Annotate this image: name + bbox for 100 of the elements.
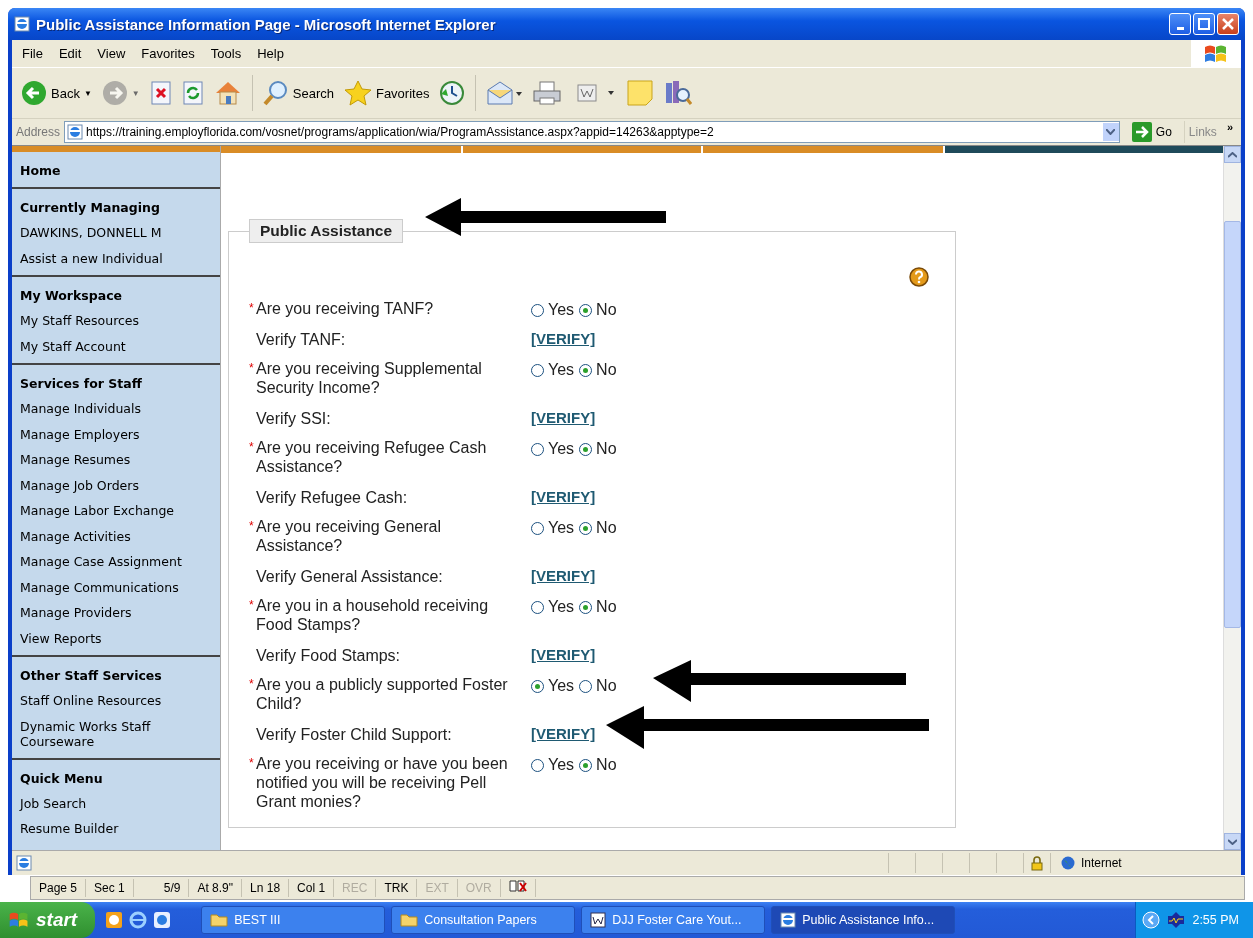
toolbar-button[interactable]: Favorites bbox=[340, 78, 433, 108]
star-icon[interactable] bbox=[343, 80, 372, 106]
network-icon[interactable] bbox=[1166, 911, 1187, 929]
radio-option[interactable]: No bbox=[579, 756, 617, 774]
status-field: At 8.9" bbox=[189, 879, 243, 897]
question-label: Are you receiving Refugee Cash Assistance? bbox=[256, 438, 488, 476]
verify-link[interactable]: [VERIFY] bbox=[531, 561, 596, 584]
sidebar-item[interactable]: Manage Activities bbox=[20, 523, 212, 549]
help-icon[interactable] bbox=[909, 267, 929, 287]
taskbar-button[interactable]: DJJ Foster Care Yout... bbox=[581, 906, 766, 934]
scroll-up-icon[interactable] bbox=[1228, 151, 1237, 158]
lock-icon bbox=[1031, 855, 1043, 871]
required-mark: * bbox=[249, 676, 255, 693]
toolbar-button[interactable]: Back ▼ bbox=[18, 78, 95, 108]
verify-link[interactable]: [VERIFY] bbox=[531, 403, 596, 426]
verify-label: Verify SSI: bbox=[256, 410, 331, 427]
radio-option[interactable]: No bbox=[579, 301, 617, 319]
sidebar-heading[interactable]: Other Staff Services bbox=[20, 663, 212, 688]
sidebar-item[interactable]: Manage Providers bbox=[20, 600, 212, 626]
sidebar-item[interactable]: Staff Online Resources bbox=[20, 688, 212, 714]
sidebar-item[interactable]: Manage Individuals bbox=[20, 396, 212, 422]
sidebar-item[interactable]: Manage Job Orders bbox=[20, 472, 212, 498]
caret-icon[interactable]: ▼ bbox=[83, 88, 92, 98]
minimize-button[interactable] bbox=[1169, 13, 1191, 35]
required-mark: * bbox=[249, 755, 255, 772]
menu-item[interactable]: Tools bbox=[202, 46, 250, 61]
sidebar-item[interactable]: Resume Builder bbox=[20, 816, 212, 842]
window-title: Public Assistance Information Page - Microsoft Internet Explorer bbox=[36, 15, 497, 33]
required-mark: * bbox=[249, 439, 255, 456]
taskbar-button[interactable]: Consultation Papers bbox=[391, 906, 576, 934]
sidebar-heading[interactable]: Home bbox=[20, 158, 212, 183]
sidebar-item[interactable]: View Reports bbox=[20, 625, 212, 651]
question-label: Are you receiving TANF? bbox=[256, 299, 435, 318]
verify-link[interactable]: [VERIFY] bbox=[531, 482, 596, 505]
status-field: TRK bbox=[376, 879, 418, 897]
close-button[interactable] bbox=[1217, 13, 1239, 35]
radio-option[interactable]: Yes bbox=[531, 677, 575, 695]
verify-link[interactable]: [VERIFY] bbox=[531, 719, 596, 742]
required-mark: * bbox=[249, 360, 255, 377]
radio-option[interactable]: Yes bbox=[531, 598, 575, 616]
verify-link[interactable]: [VERIFY] bbox=[531, 640, 596, 663]
verify-link[interactable]: [VERIFY] bbox=[531, 324, 596, 347]
radio-option[interactable]: Yes bbox=[531, 519, 575, 537]
go-button[interactable]: Go bbox=[1123, 122, 1180, 142]
dropdown-icon[interactable] bbox=[1106, 129, 1116, 135]
minimize-icon bbox=[1176, 26, 1184, 30]
radio-option[interactable]: No bbox=[579, 361, 617, 379]
address-field[interactable]: https://training.employflorida.com/vosnet/programs/application/wia/ProgramAssistance.aspx?appid=14263&apptype=2 bbox=[64, 121, 1120, 143]
sidebar-item[interactable]: Manage Communications bbox=[20, 574, 212, 600]
menu-item[interactable]: Edit bbox=[50, 46, 90, 61]
sidebar-heading[interactable]: Services for Staff bbox=[20, 371, 212, 396]
document-icon bbox=[590, 912, 607, 928]
toolbar-button[interactable]: Search bbox=[259, 78, 337, 108]
clock-icon[interactable] bbox=[105, 911, 124, 929]
address-label: Address bbox=[16, 125, 61, 139]
sidebar-item[interactable]: Manage Employers bbox=[20, 421, 212, 447]
required-mark: * bbox=[249, 597, 255, 614]
menu-item[interactable]: Help bbox=[249, 46, 292, 61]
sidebar-item[interactable]: Job Search bbox=[20, 790, 212, 816]
verify-label: Verify Refugee Cash: bbox=[256, 489, 408, 506]
taskbar-button[interactable]: BEST III bbox=[201, 906, 386, 934]
status-field: Sec 1 bbox=[86, 879, 134, 897]
verify-label: Verify Food Stamps: bbox=[256, 647, 401, 664]
search-icon[interactable] bbox=[262, 80, 289, 106]
browser-icon[interactable] bbox=[153, 911, 172, 929]
sidebar-item[interactable]: My Staff Account bbox=[20, 333, 212, 359]
menu-item[interactable]: File bbox=[14, 46, 51, 61]
radio-option[interactable]: Yes bbox=[531, 756, 575, 774]
status-field: Page 5 bbox=[31, 879, 87, 897]
scroll-down-icon[interactable] bbox=[1228, 838, 1237, 845]
sidebar-item[interactable]: Manage Case Assignment bbox=[20, 549, 212, 575]
scrollbar[interactable] bbox=[1223, 146, 1241, 850]
sidebar-item[interactable]: My Staff Resources bbox=[20, 308, 212, 334]
sidebar-heading[interactable]: Quick Menu bbox=[20, 765, 212, 791]
radio-option[interactable]: No bbox=[579, 519, 617, 537]
maximize-button[interactable] bbox=[1193, 13, 1215, 35]
verify-label: Verify TANF: bbox=[256, 331, 346, 348]
chevron-icon[interactable] bbox=[1142, 911, 1161, 929]
radio-option[interactable]: No bbox=[579, 677, 617, 695]
back-icon[interactable] bbox=[21, 80, 47, 106]
sidebar-item[interactable]: Manage Resumes bbox=[20, 447, 212, 473]
sidebar-item[interactable]: Manage Labor Exchange bbox=[20, 498, 212, 524]
radio-option[interactable]: Yes bbox=[531, 301, 575, 319]
radio-option[interactable]: Yes bbox=[531, 361, 575, 379]
browser-icon[interactable] bbox=[129, 911, 148, 929]
sidebar-item[interactable]: Assist a new Individual bbox=[20, 245, 212, 271]
chevron[interactable]: » bbox=[1226, 121, 1233, 133]
sidebar-heading[interactable]: My Workspace bbox=[20, 283, 212, 308]
taskbar-button[interactable]: Public Assistance Info... bbox=[771, 906, 956, 934]
close-icon bbox=[1222, 18, 1234, 30]
menu-item[interactable]: Favorites bbox=[133, 46, 203, 61]
radio-option[interactable]: No bbox=[579, 440, 617, 458]
menu-item[interactable]: View bbox=[89, 46, 134, 61]
radio-option[interactable]: No bbox=[579, 598, 617, 616]
sidebar-heading[interactable]: Currently Managing bbox=[20, 195, 212, 220]
radio-option[interactable]: Yes bbox=[531, 440, 575, 458]
status-field: REC bbox=[334, 879, 377, 897]
sidebar-item[interactable]: DAWKINS, DONNELL M bbox=[20, 220, 212, 246]
required-mark: * bbox=[249, 300, 255, 317]
sidebar-item[interactable]: Dynamic Works Staff Courseware bbox=[20, 713, 212, 754]
